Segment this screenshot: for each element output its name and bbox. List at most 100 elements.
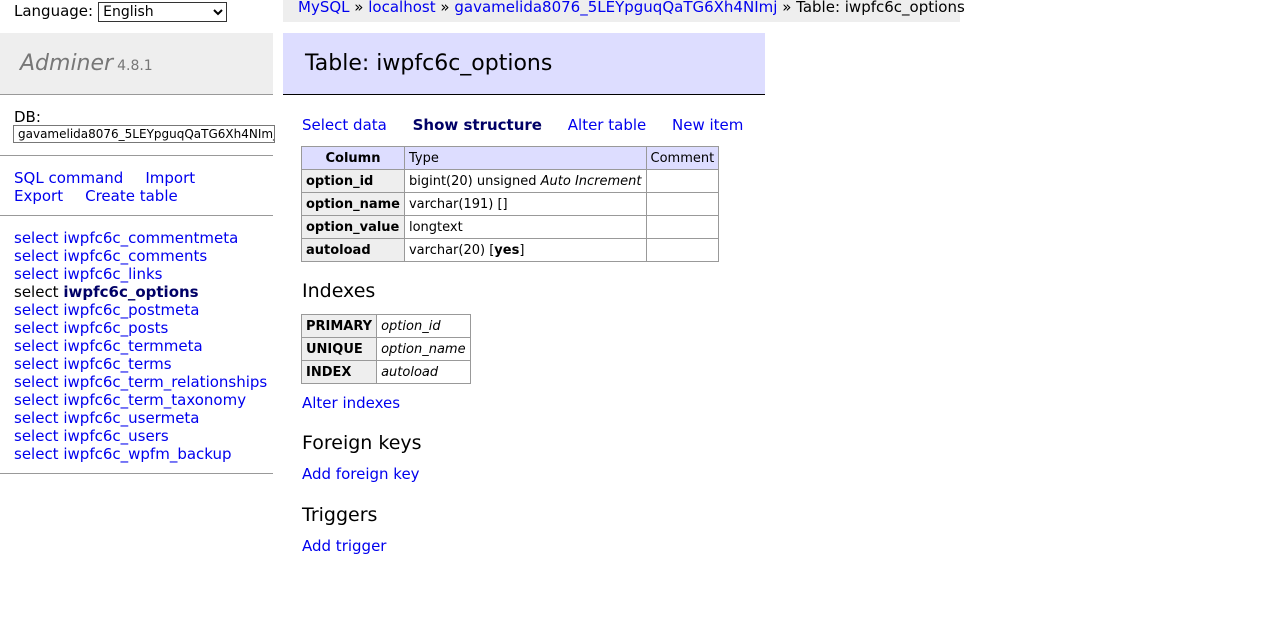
list-item: select iwpfc6c_terms (14, 355, 267, 373)
table-row: option_id bigint(20) unsigned Auto Incre… (301, 169, 720, 193)
column-comment (645, 238, 720, 262)
table-actions: Select data Show structure Alter table N… (302, 116, 764, 134)
column-comment (645, 215, 720, 239)
comment-header: Comment (645, 146, 720, 170)
indexes-heading: Indexes (302, 280, 376, 302)
breadcrumb-separator: » (354, 0, 364, 16)
select-table-link[interactable]: select (14, 229, 59, 247)
index-type: UNIQUE (300, 337, 378, 361)
column-type-text: ] (519, 242, 525, 258)
list-item: select iwpfc6c_term_taxonomy (14, 391, 267, 409)
language-select[interactable]: English (98, 2, 228, 22)
list-item: select iwpfc6c_wpfm_backup (14, 445, 267, 463)
table-structure-link[interactable]: iwpfc6c_termmeta (63, 337, 202, 355)
column-comment (645, 192, 720, 216)
column-type: varchar(191) [] (403, 192, 647, 216)
table-structure-link[interactable]: iwpfc6c_users (63, 427, 168, 445)
language-label: Language: (14, 2, 94, 20)
add-foreign-key-link[interactable]: Add foreign key (302, 465, 420, 483)
breadcrumb-database[interactable]: gavamelida8076_5LEYpguqQaTG6Xh4NImj (454, 0, 777, 16)
breadcrumb-separator: » (440, 0, 450, 16)
select-table-link[interactable]: select (14, 301, 59, 319)
list-item: select iwpfc6c_termmeta (14, 337, 267, 355)
column-type: bigint(20) unsigned Auto Increment (403, 169, 647, 193)
sql-command-link[interactable]: SQL command (14, 169, 123, 187)
table-structure-link[interactable]: iwpfc6c_term_relationships (63, 373, 267, 391)
import-link[interactable]: Import (145, 169, 195, 187)
column-default: yes (494, 242, 520, 258)
select-table-link[interactable]: select (14, 373, 59, 391)
column-name: option_name (301, 192, 405, 216)
table-structure-link[interactable]: iwpfc6c_usermeta (63, 409, 199, 427)
list-item: select iwpfc6c_term_relationships (14, 373, 267, 391)
breadcrumb: MySQL » localhost » gavamelida8076_5LEYp… (283, 0, 965, 22)
table-structure-link[interactable]: iwpfc6c_postmeta (63, 301, 199, 319)
breadcrumb-current: Table: iwpfc6c_options (796, 0, 965, 16)
alter-indexes-link[interactable]: Alter indexes (302, 394, 400, 412)
app-logo[interactable]: Adminer 4.8.1 (20, 51, 153, 76)
table-row: option_value longtext (301, 215, 720, 239)
structure-header-row: Column Type Comment (301, 146, 720, 170)
select-table-link[interactable]: select (14, 283, 59, 301)
table-structure-link[interactable]: iwpfc6c_commentmeta (63, 229, 238, 247)
select-data-link[interactable]: Select data (302, 116, 387, 134)
index-column: option_id (376, 314, 471, 338)
sidebar-header: Adminer 4.8.1 (0, 33, 273, 95)
create-table-link[interactable]: Create table (85, 187, 178, 205)
app-name[interactable]: Adminer (20, 51, 113, 76)
table-list: select iwpfc6c_commentmeta select iwpfc6c… (14, 229, 267, 463)
index-column: autoload (376, 360, 471, 384)
select-table-link[interactable]: select (14, 445, 59, 463)
column-name: autoload (301, 238, 405, 262)
column-name: option_id (301, 169, 405, 193)
sidebar-divider (0, 215, 273, 216)
new-item-link[interactable]: New item (672, 116, 743, 134)
select-table-link[interactable]: select (14, 247, 59, 265)
table-row: option_name varchar(191) [] (301, 192, 720, 216)
list-item: select iwpfc6c_posts (14, 319, 267, 337)
table-row: INDEX autoload (300, 360, 471, 384)
column-comment (645, 169, 720, 193)
breadcrumb-mysql[interactable]: MySQL (298, 0, 350, 16)
list-item: select iwpfc6c_links (14, 265, 267, 283)
table-structure-link[interactable]: iwpfc6c_options (63, 283, 198, 301)
select-table-link[interactable]: select (14, 409, 59, 427)
column-type-text: bigint(20) unsigned (408, 173, 537, 189)
list-item: select iwpfc6c_commentmeta (14, 229, 267, 247)
table-row: autoload varchar(20) [yes] (301, 238, 720, 262)
table-row: PRIMARY option_id (300, 314, 471, 338)
indexes-table: PRIMARY option_id UNIQUE option_name IND… (300, 314, 471, 384)
show-structure-link[interactable]: Show structure (413, 116, 542, 134)
select-table-link[interactable]: select (14, 355, 59, 373)
table-structure-link[interactable]: iwpfc6c_links (63, 265, 162, 283)
app-version: 4.8.1 (117, 58, 153, 74)
select-table-link[interactable]: select (14, 391, 59, 409)
alter-table-link[interactable]: Alter table (568, 116, 646, 134)
column-name: option_value (301, 215, 405, 239)
type-header: Type (403, 146, 647, 170)
table-row: UNIQUE option_name (300, 337, 471, 361)
list-item: select iwpfc6c_postmeta (14, 301, 267, 319)
sidebar-commands: SQL command Import Export Create table (14, 169, 217, 205)
index-type: PRIMARY (300, 314, 378, 338)
breadcrumb-separator: » (782, 0, 792, 16)
breadcrumb-localhost[interactable]: localhost (368, 0, 435, 16)
export-link[interactable]: Export (14, 187, 63, 205)
column-extra: Auto Increment (540, 173, 642, 189)
select-table-link[interactable]: select (14, 265, 59, 283)
db-select[interactable]: gavamelida8076_5LEYpguqQaTG6Xh4NImj (13, 125, 275, 143)
select-table-link[interactable]: select (14, 427, 59, 445)
add-trigger-link[interactable]: Add trigger (302, 537, 386, 555)
table-structure-link[interactable]: iwpfc6c_wpfm_backup (63, 445, 231, 463)
table-structure-link[interactable]: iwpfc6c_comments (63, 247, 207, 265)
column-type: varchar(20) [yes] (403, 238, 647, 262)
structure-table: Column Type Comment option_id bigint(20)… (301, 146, 720, 262)
list-item: select iwpfc6c_options (14, 283, 267, 301)
table-structure-link[interactable]: iwpfc6c_terms (63, 355, 171, 373)
select-table-link[interactable]: select (14, 319, 59, 337)
select-table-link[interactable]: select (14, 337, 59, 355)
index-type: INDEX (300, 360, 378, 384)
sidebar-divider (0, 473, 273, 474)
table-structure-link[interactable]: iwpfc6c_term_taxonomy (63, 391, 246, 409)
table-structure-link[interactable]: iwpfc6c_posts (63, 319, 168, 337)
